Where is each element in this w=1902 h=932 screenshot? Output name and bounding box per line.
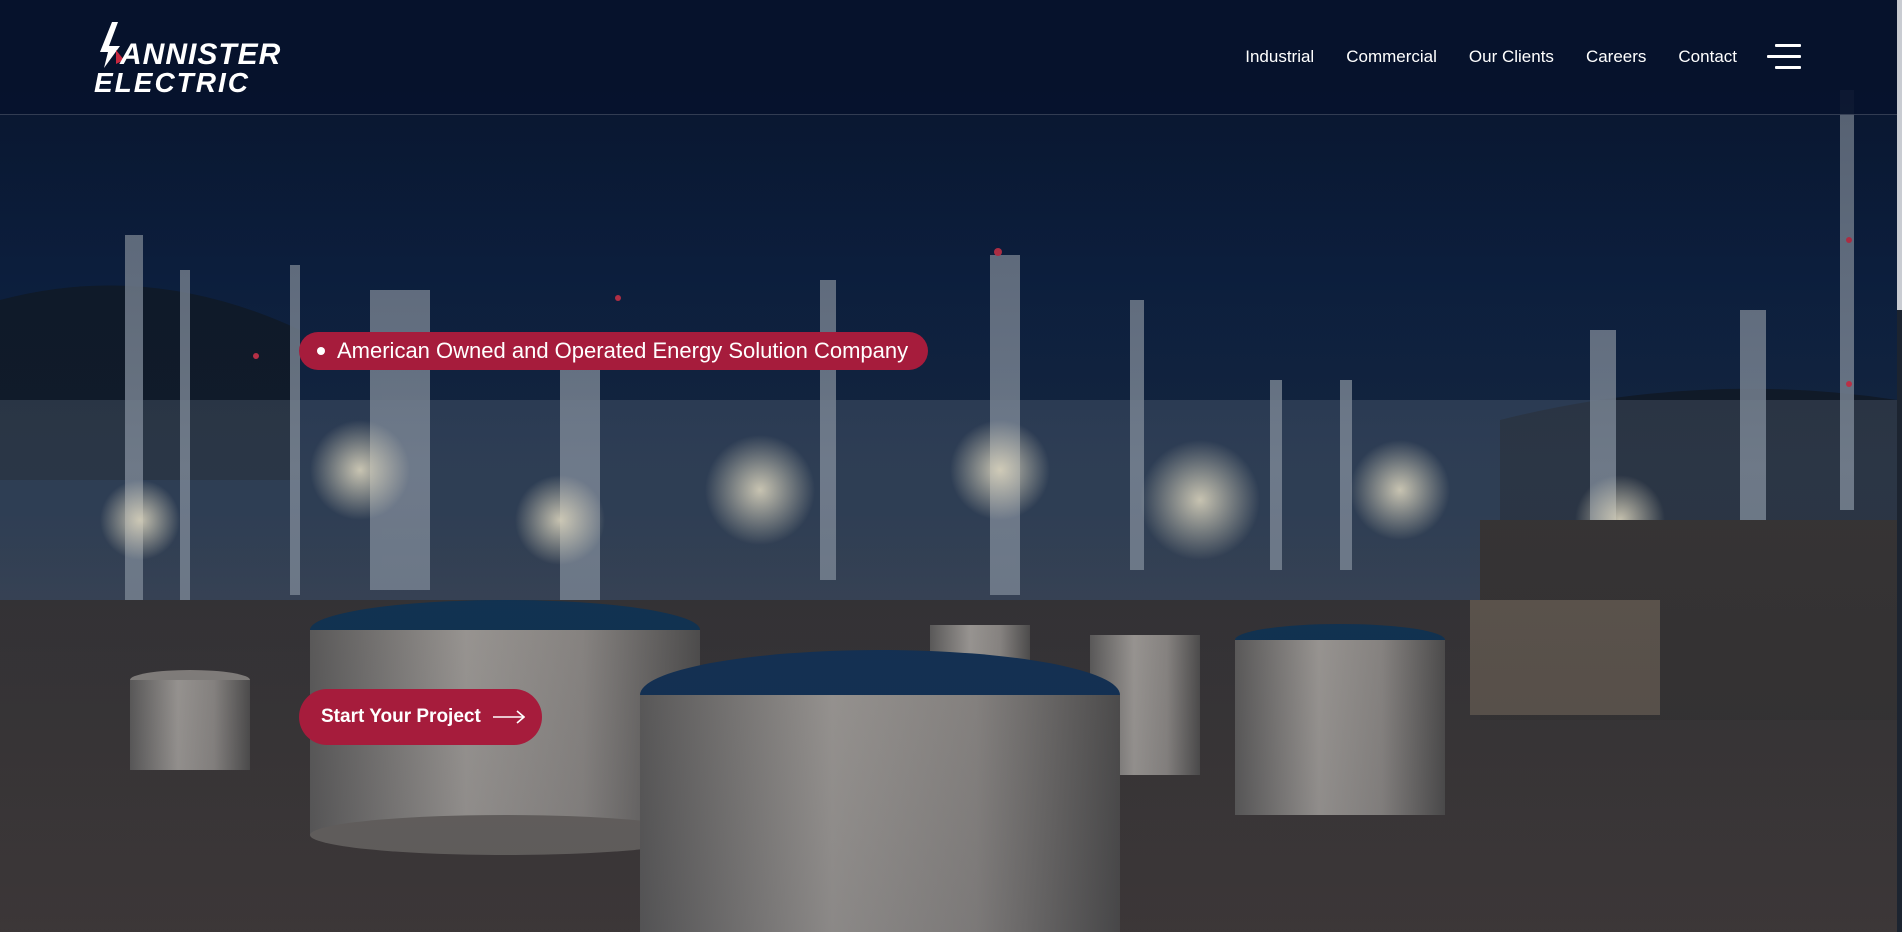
nav-item-industrial[interactable]: Industrial (1245, 47, 1314, 67)
hamburger-menu-icon[interactable] (1767, 44, 1801, 70)
bullet-dot-icon (317, 347, 325, 355)
arrow-right-icon (492, 710, 525, 724)
logo-text-line2: ELECTRIC (94, 67, 250, 96)
nav-item-contact[interactable]: Contact (1678, 47, 1737, 67)
hero-section: American Owned and Operated Energy Solut… (0, 0, 1897, 932)
page-scrollbar[interactable] (1897, 0, 1902, 932)
bannister-electric-logo[interactable]: ANNISTER ELECTRIC (94, 20, 344, 96)
nav-item-commercial[interactable]: Commercial (1346, 47, 1437, 67)
scrollbar-thumb[interactable] (1897, 0, 1902, 310)
start-project-button[interactable]: Start Your Project (299, 689, 542, 745)
nav-item-our-clients[interactable]: Our Clients (1469, 47, 1554, 67)
site-header: ANNISTER ELECTRIC Industrial Commercial … (0, 0, 1897, 115)
start-project-label: Start Your Project (321, 706, 481, 727)
tagline-badge: American Owned and Operated Energy Solut… (299, 332, 929, 370)
tagline-text: American Owned and Operated Energy Solut… (337, 338, 909, 363)
main-nav: Industrial Commercial Our Clients Career… (1245, 0, 1897, 114)
nav-item-careers[interactable]: Careers (1586, 47, 1646, 67)
hero-dark-overlay (0, 0, 1897, 932)
